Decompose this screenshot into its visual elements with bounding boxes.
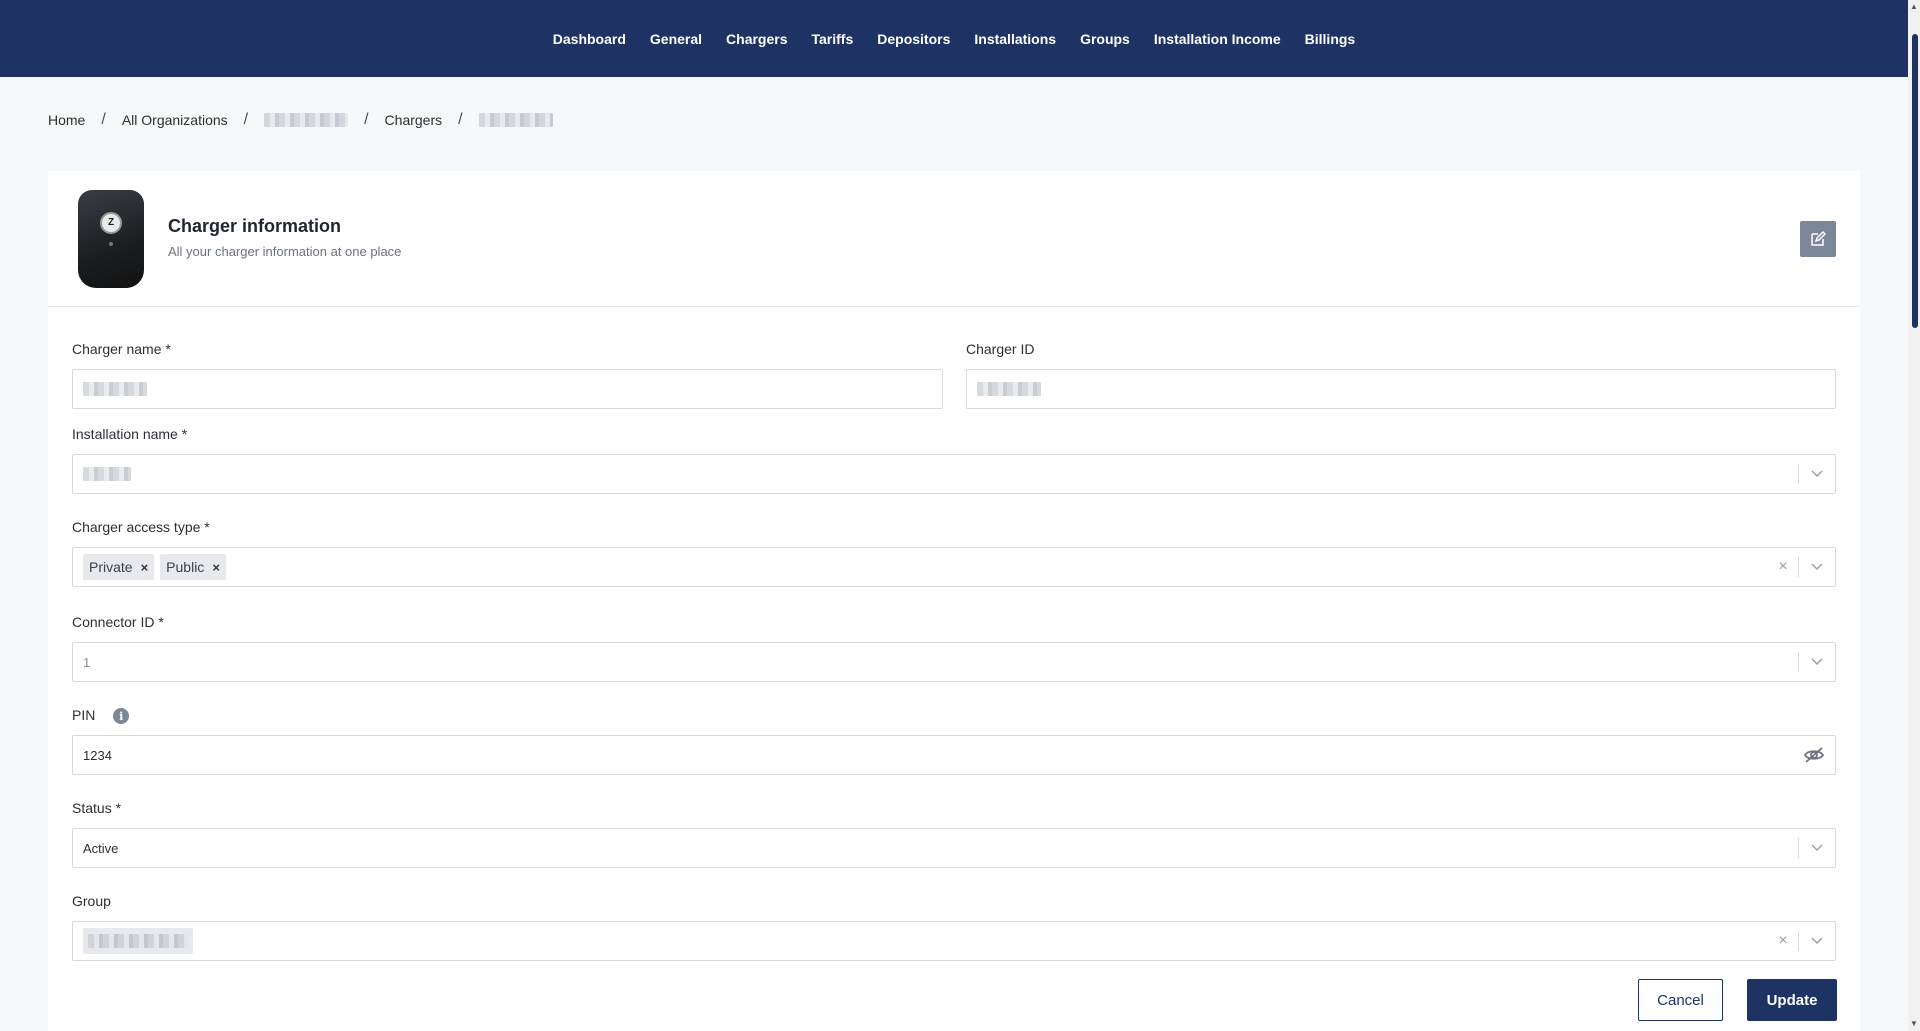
card-header: Z Charger information All your charger i… [48, 171, 1860, 307]
pin-label: PIN [72, 707, 96, 723]
close-icon[interactable]: × [141, 560, 149, 575]
nav-item-installations[interactable]: Installations [962, 31, 1068, 47]
group-tag-redacted [83, 928, 193, 954]
breadcrumb-chargers[interactable]: Chargers [385, 112, 443, 128]
select-controls [1798, 643, 1835, 681]
nav-menu: Dashboard General Chargers Tariffs Depos… [541, 31, 1367, 47]
access-type-tag-public: Public × [160, 554, 226, 580]
breadcrumb-home[interactable]: Home [48, 112, 85, 128]
eye-off-icon[interactable] [1803, 746, 1825, 764]
breadcrumb-all-organizations[interactable]: All Organizations [122, 112, 228, 128]
nav-item-billings[interactable]: Billings [1293, 31, 1368, 47]
chevron-down-icon[interactable] [1799, 563, 1835, 571]
group-select[interactable]: × [72, 921, 1836, 961]
clear-icon[interactable]: × [1768, 558, 1798, 576]
status-value: Active [83, 840, 119, 856]
edit-button[interactable] [1800, 221, 1836, 257]
update-button[interactable]: Update [1747, 979, 1837, 1021]
pin-value: 1234 [83, 747, 112, 763]
nav-item-depositors[interactable]: Depositors [865, 31, 962, 47]
charger-info-card: Z Charger information All your charger i… [48, 171, 1860, 1031]
edit-icon [1811, 231, 1826, 246]
connector-id-label: Connector ID * [72, 614, 164, 630]
charger-device-image: Z [78, 190, 144, 288]
chevron-down-icon[interactable] [1799, 470, 1835, 478]
connector-id-value: 1 [83, 654, 91, 670]
charger-name-value-redacted [83, 382, 147, 396]
select-controls: × [1768, 922, 1835, 960]
scrollbar-thumb[interactable] [1912, 34, 1918, 328]
select-controls [1798, 455, 1835, 493]
nav-item-tariffs[interactable]: Tariffs [800, 31, 866, 47]
nav-item-general[interactable]: General [638, 31, 714, 47]
tag-label: Public [166, 559, 205, 575]
select-controls: × [1768, 548, 1835, 586]
charger-name-input[interactable] [72, 369, 943, 409]
access-type-tag-private: Private × [83, 554, 155, 580]
group-label: Group [72, 893, 111, 909]
page-scrollbar[interactable]: ▲ ▼ [1908, 0, 1920, 1031]
access-type-label: Charger access type * [72, 519, 210, 535]
chevron-down-icon[interactable] [1799, 844, 1835, 852]
pin-label-row: PIN i [72, 707, 130, 725]
charger-id-field[interactable] [966, 369, 1836, 409]
chevron-down-icon[interactable] [1799, 937, 1835, 945]
installation-name-value-redacted [83, 467, 131, 481]
info-icon[interactable]: i [113, 708, 130, 725]
charger-id-label: Charger ID [966, 341, 1035, 357]
access-type-multiselect[interactable]: Private × Public × × [72, 547, 1836, 587]
scroll-down-arrow-icon[interactable]: ▼ [1909, 1019, 1919, 1029]
card-subtitle: All your charger information at one plac… [168, 244, 402, 259]
scroll-up-arrow-icon[interactable]: ▲ [1909, 2, 1919, 12]
status-select[interactable]: Active [72, 828, 1836, 868]
tag-label: Private [89, 559, 133, 575]
nav-item-chargers[interactable]: Chargers [714, 31, 799, 47]
charger-name-label: Charger name * [72, 341, 171, 357]
installation-name-label: Installation name * [72, 426, 188, 442]
status-label: Status * [72, 800, 122, 816]
charger-id-value-redacted [977, 382, 1041, 396]
group-value-redacted [88, 934, 188, 948]
clear-icon[interactable]: × [1768, 932, 1798, 950]
card-title: Charger information [168, 216, 342, 236]
connector-id-select[interactable]: 1 [72, 642, 1836, 682]
breadcrumb: Home / All Organizations / / Chargers / [48, 110, 553, 130]
breadcrumb-organization-redacted[interactable] [264, 113, 349, 127]
nav-item-installation-income[interactable]: Installation Income [1142, 31, 1293, 47]
charger-led [109, 242, 113, 246]
breadcrumb-separator: / [458, 111, 463, 128]
breadcrumb-separator: / [364, 111, 369, 128]
top-navbar: Dashboard General Chargers Tariffs Depos… [0, 0, 1908, 77]
breadcrumb-separator: / [101, 111, 106, 128]
charger-logo-icon: Z [100, 212, 122, 234]
nav-item-dashboard[interactable]: Dashboard [541, 31, 638, 47]
cancel-button[interactable]: Cancel [1638, 979, 1723, 1021]
nav-item-groups[interactable]: Groups [1068, 31, 1142, 47]
chevron-down-icon[interactable] [1799, 658, 1835, 666]
breadcrumb-separator: / [243, 111, 249, 128]
close-icon[interactable]: × [212, 560, 220, 575]
breadcrumb-charger-redacted [478, 113, 553, 127]
pin-input[interactable]: 1234 [72, 735, 1836, 775]
select-controls [1798, 829, 1835, 867]
installation-name-select[interactable] [72, 454, 1836, 494]
